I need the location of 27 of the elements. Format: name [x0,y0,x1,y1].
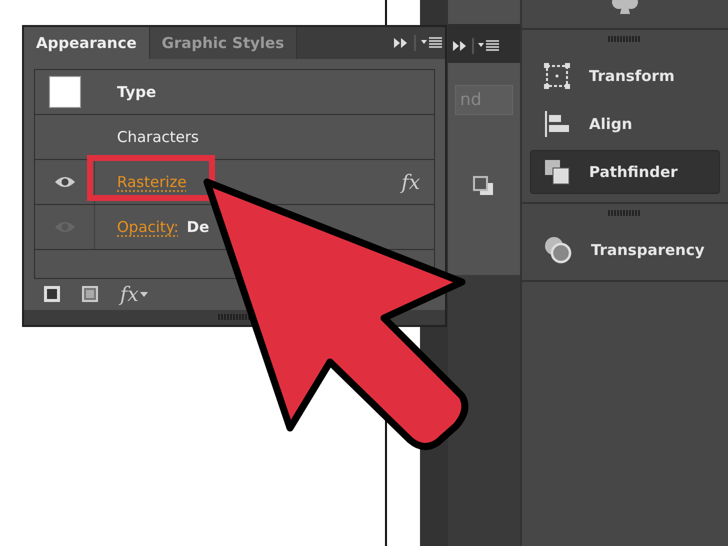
panel-tab[interactable]: Graphic Styles [150,27,298,59]
expand-icon[interactable] [393,36,409,49]
effects-menu-button[interactable]: fx [120,282,148,306]
caret-icon [140,292,148,297]
panel-menu-icon[interactable] [421,36,443,49]
expand-icon[interactable] [452,40,468,52]
row-label: Characters [117,128,199,146]
grip-icon[interactable] [608,36,642,42]
bounding-box-icon [543,62,571,90]
grip-icon[interactable] [218,314,252,320]
filled-square-icon[interactable] [82,286,98,302]
panel-tab[interactable]: Appearance [24,27,150,59]
overlapping-circles-icon [543,235,573,265]
attribute-value: De [186,218,210,236]
panel-list-item[interactable]: Transparency [530,228,720,272]
align-left-icon [543,110,571,138]
panel-list-item[interactable]: Align [530,102,720,146]
color-swatch[interactable] [49,76,81,108]
panel-list-item[interactable]: Transform [530,54,720,98]
row-label: Type [117,82,156,101]
eye-icon[interactable] [54,174,76,189]
fx-label: fx [401,170,421,194]
panel-list-item[interactable]: Pathfinder [530,150,720,194]
panel-menu-icon[interactable] [478,40,500,52]
grip-icon[interactable] [608,210,642,216]
square-outline-icon[interactable] [44,286,60,302]
overlapping-squares-icon [543,158,571,186]
